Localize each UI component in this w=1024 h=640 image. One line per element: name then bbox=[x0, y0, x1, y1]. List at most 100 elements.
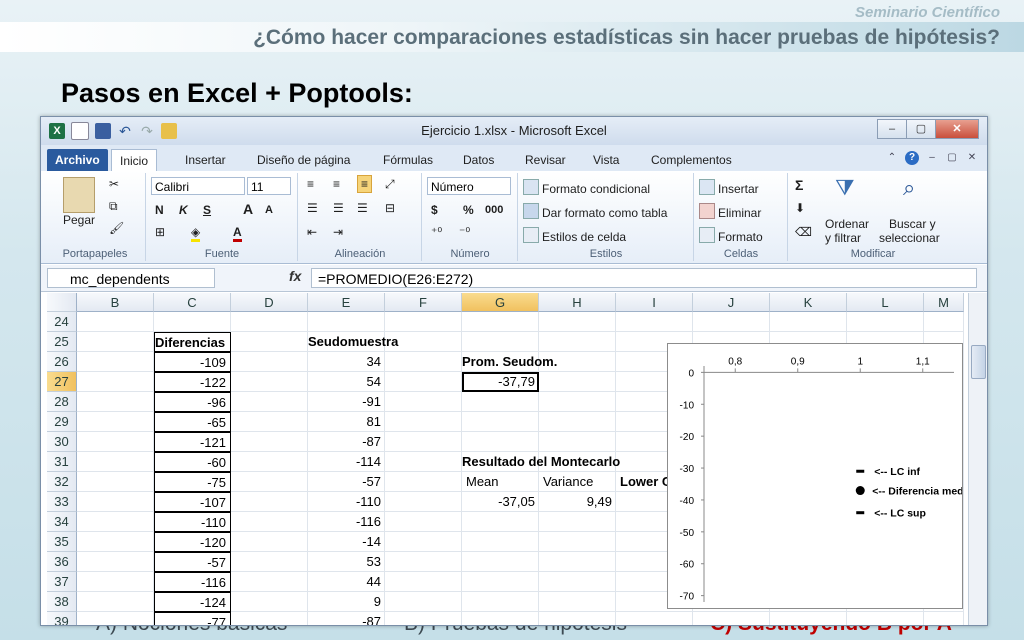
cell-seudomuestra[interactable]: 9 bbox=[308, 592, 385, 612]
doc-restore-icon[interactable]: ▢ bbox=[945, 151, 959, 165]
row-header[interactable]: 30 bbox=[47, 432, 77, 452]
format-as-table-button[interactable]: Dar formato como tabla bbox=[523, 203, 667, 220]
label-variance[interactable]: Variance bbox=[539, 472, 616, 492]
tab-file[interactable]: Archivo bbox=[47, 149, 108, 171]
cut-icon[interactable]: ✂ bbox=[109, 177, 119, 191]
header-diferencias[interactable]: Diferencias bbox=[154, 332, 231, 352]
format-painter-icon[interactable]: 🖌 bbox=[109, 221, 124, 235]
cell-variance-value[interactable]: 9,49 bbox=[539, 492, 616, 512]
row-header[interactable]: 34 bbox=[47, 512, 77, 532]
cell-seudomuestra[interactable]: 54 bbox=[308, 372, 385, 392]
cell-seudomuestra[interactable]: -87 bbox=[308, 432, 385, 452]
label-prom-seudom[interactable]: Prom. Seudom. bbox=[462, 352, 622, 372]
tab-insert[interactable]: Insertar bbox=[177, 149, 234, 171]
tab-data[interactable]: Datos bbox=[455, 149, 502, 171]
cell-diferencia[interactable]: -110 bbox=[154, 512, 231, 532]
column-header-l[interactable]: L bbox=[847, 293, 924, 312]
decrease-indent-icon[interactable]: ⇤ bbox=[307, 225, 317, 239]
clear-icon[interactable]: ⌫ bbox=[795, 225, 812, 239]
thousands-button[interactable]: 000 bbox=[485, 204, 503, 216]
formula-input[interactable]: =PROMEDIO(E26:E272) bbox=[311, 268, 977, 288]
column-header-k[interactable]: K bbox=[770, 293, 847, 312]
column-header-g[interactable]: G bbox=[462, 293, 539, 312]
cell-seudomuestra[interactable]: 44 bbox=[308, 572, 385, 592]
scatter-chart[interactable]: 0,8 0,9 1 1,1 0 -10 -20 -30 -40 -50 -60 -70 <-- LC i… bbox=[667, 343, 972, 609]
cell-styles-button[interactable]: Estilos de celda bbox=[523, 227, 626, 244]
cell-diferencia[interactable]: -65 bbox=[154, 412, 231, 432]
column-header-j[interactable]: J bbox=[693, 293, 770, 312]
cell-diferencia[interactable]: -96 bbox=[154, 392, 231, 412]
cell-diferencia[interactable]: -116 bbox=[154, 572, 231, 592]
doc-minimize-icon[interactable]: – bbox=[925, 151, 939, 165]
help-icon[interactable]: ? bbox=[905, 151, 919, 165]
row-header[interactable]: 38 bbox=[47, 592, 77, 612]
paste-button[interactable]: Pegar bbox=[63, 213, 95, 227]
row-header[interactable]: 31 bbox=[47, 452, 77, 472]
column-header-e[interactable]: E bbox=[308, 293, 385, 312]
cell-seudomuestra[interactable]: 34 bbox=[308, 352, 385, 372]
font-size-combo[interactable]: 11 bbox=[247, 177, 291, 195]
scroll-thumb[interactable] bbox=[971, 345, 986, 379]
cell-seudomuestra[interactable]: -91 bbox=[308, 392, 385, 412]
cell-diferencia[interactable]: -121 bbox=[154, 432, 231, 452]
column-header-c[interactable]: C bbox=[154, 293, 231, 312]
row-header[interactable]: 24 bbox=[47, 312, 77, 332]
column-header-b[interactable]: B bbox=[77, 293, 154, 312]
insert-cells-button[interactable]: Insertar bbox=[699, 179, 759, 196]
cell-diferencia[interactable]: -107 bbox=[154, 492, 231, 512]
percent-button[interactable]: % bbox=[463, 203, 474, 217]
align-right-icon[interactable]: ☰ bbox=[357, 201, 368, 215]
minimize-button[interactable]: – bbox=[877, 119, 907, 139]
column-header-f[interactable]: F bbox=[385, 293, 462, 312]
delete-cells-button[interactable]: Eliminar bbox=[699, 203, 761, 220]
decrease-decimal-icon[interactable]: ⁻⁰ bbox=[459, 225, 470, 239]
font-name-combo[interactable]: Calibri bbox=[151, 177, 245, 195]
column-header-h[interactable]: H bbox=[539, 293, 616, 312]
find-select-label-1[interactable]: Buscar y bbox=[889, 217, 936, 231]
row-header[interactable]: 35 bbox=[47, 532, 77, 552]
tab-addins[interactable]: Complementos bbox=[643, 149, 740, 171]
conditional-format-button[interactable]: Formato condicional bbox=[523, 179, 650, 196]
align-center-icon[interactable]: ☰ bbox=[333, 201, 344, 215]
cell-seudomuestra[interactable]: 81 bbox=[308, 412, 385, 432]
grow-font-button[interactable]: A bbox=[243, 201, 253, 217]
increase-indent-icon[interactable]: ⇥ bbox=[333, 225, 343, 239]
align-middle-icon[interactable]: ≡ bbox=[333, 177, 340, 191]
tab-page-layout[interactable]: Diseño de página bbox=[249, 149, 358, 171]
row-header[interactable]: 29 bbox=[47, 412, 77, 432]
cell-diferencia[interactable]: -77 bbox=[154, 612, 231, 625]
fill-icon[interactable]: ⬇ bbox=[795, 201, 805, 215]
format-cells-button[interactable]: Formato bbox=[699, 227, 763, 244]
merge-center-icon[interactable]: ⊟ bbox=[385, 201, 395, 215]
cell-diferencia[interactable]: -109 bbox=[154, 352, 231, 372]
cell-diferencia[interactable]: -75 bbox=[154, 472, 231, 492]
label-mean[interactable]: Mean bbox=[462, 472, 539, 492]
shrink-font-button[interactable]: A bbox=[265, 204, 273, 216]
vertical-scrollbar[interactable] bbox=[968, 293, 987, 625]
row-header[interactable]: 25 bbox=[47, 332, 77, 352]
row-header[interactable]: 28 bbox=[47, 392, 77, 412]
cell-diferencia[interactable]: -120 bbox=[154, 532, 231, 552]
tab-review[interactable]: Revisar bbox=[517, 149, 574, 171]
copy-icon[interactable]: ⧉ bbox=[109, 199, 118, 214]
find-select-label-2[interactable]: seleccionar bbox=[879, 231, 940, 245]
cell-seudomuestra[interactable]: -114 bbox=[308, 452, 385, 472]
row-header[interactable]: 36 bbox=[47, 552, 77, 572]
collapse-ribbon-icon[interactable]: ⌃ bbox=[885, 151, 899, 165]
autosum-button[interactable]: Σ bbox=[795, 177, 803, 193]
cell-seudomuestra[interactable]: -87 bbox=[308, 612, 385, 625]
align-bottom-icon[interactable]: ≡ bbox=[357, 175, 373, 193]
column-header-m[interactable]: M bbox=[924, 293, 964, 312]
underline-button[interactable]: S bbox=[203, 203, 211, 217]
find-select-icon[interactable]: ⌕ bbox=[903, 175, 915, 201]
cell-seudomuestra[interactable]: -14 bbox=[308, 532, 385, 552]
doc-close-icon[interactable]: ✕ bbox=[965, 151, 979, 165]
maximize-button[interactable]: ▢ bbox=[906, 119, 936, 139]
column-header-i[interactable]: I bbox=[616, 293, 693, 312]
number-format-combo[interactable]: Número bbox=[427, 177, 511, 195]
fill-color-icon[interactable]: ◈ bbox=[191, 225, 201, 242]
row-header[interactable]: 39 bbox=[47, 612, 77, 625]
tab-view[interactable]: Vista bbox=[585, 149, 627, 171]
insert-function-icon[interactable]: fx bbox=[289, 268, 301, 284]
cell-diferencia[interactable]: -124 bbox=[154, 592, 231, 612]
